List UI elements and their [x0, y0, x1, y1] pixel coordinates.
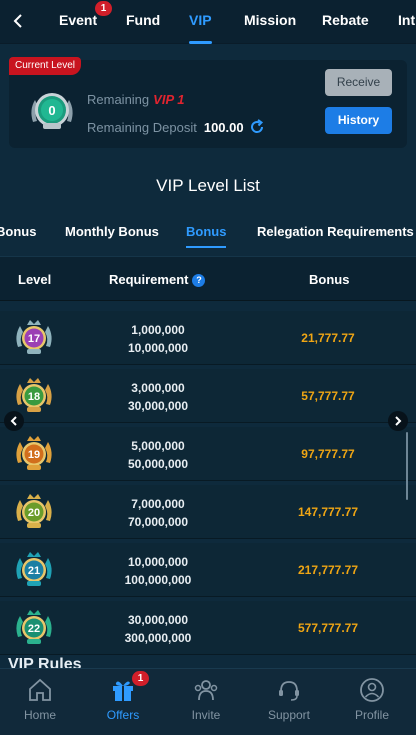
nav-profile[interactable]: Profile	[337, 677, 407, 722]
vip-level-badge-icon: 20	[16, 494, 52, 528]
header-level: Level	[18, 272, 52, 287]
requirement-deposit: 1,000,000	[131, 323, 185, 337]
requirement-deposit: 10,000,000	[127, 555, 189, 569]
subtab-bonus[interactable]: Bonus	[186, 224, 227, 248]
requirement-deposit: 30,000,000	[127, 613, 189, 627]
level-number: 22	[28, 623, 40, 635]
requirement-turnover: 30,000,000	[127, 399, 189, 413]
history-button[interactable]: History	[325, 107, 392, 134]
vip-level-badge-icon: 22	[16, 610, 52, 644]
remaining-deposit-line: Remaining Deposit 100.00	[87, 118, 266, 136]
table-row: 18 3,000,000 30,000,000 57,777.77	[0, 369, 416, 423]
vip-level-list-title: VIP Level List	[156, 176, 260, 195]
headset-icon	[279, 681, 299, 701]
subtab-bonus-prev[interactable]: Bonus	[0, 224, 36, 239]
event-badge: 1	[95, 1, 112, 16]
header-bonus: Bonus	[309, 272, 350, 287]
requirement-turnover: 70,000,000	[127, 515, 189, 529]
current-level-tag: Current Level	[9, 57, 82, 75]
requirement-turnover: 100,000,000	[124, 573, 192, 587]
header-requirement: Requirement?	[109, 272, 206, 287]
requirement-deposit: 7,000,000	[131, 497, 185, 511]
tab-fund[interactable]: Fund	[126, 0, 160, 44]
vip-level-badge-icon: 18	[16, 378, 52, 412]
active-tab-underline	[189, 41, 212, 44]
subtab-relegation-requirements[interactable]: Relegation Requirements	[257, 224, 414, 239]
subtab-monthly-bonus[interactable]: Monthly Bonus	[65, 224, 159, 239]
tab-mission[interactable]: Mission	[244, 0, 296, 44]
bonus-amount: 97,777.77	[301, 447, 355, 461]
home-icon	[29, 678, 51, 701]
next-vip-level: VIP 1	[153, 92, 185, 107]
bonus-amount: 577,777.77	[297, 621, 359, 635]
vip-0-badge-icon: 0	[31, 93, 73, 129]
level-number: 17	[28, 333, 40, 345]
level-number: 21	[28, 565, 40, 577]
bonus-amount: 21,777.77	[301, 331, 355, 345]
table-header: Level Requirement? Bonus	[0, 256, 416, 301]
requirement-turnover: 300,000,000	[124, 631, 192, 645]
receive-button[interactable]: Receive	[325, 69, 392, 96]
scroll-right-arrow-icon[interactable]	[388, 411, 408, 431]
requirement-deposit: 5,000,000	[131, 439, 185, 453]
level-number: 20	[28, 507, 40, 519]
vip-level-badge-icon: 21	[16, 552, 52, 586]
offers-badge: 1	[132, 671, 149, 686]
level-number: 19	[28, 449, 40, 461]
level-number: 18	[28, 391, 40, 403]
top-nav: Event 1 Fund VIP Mission Rebate Int	[0, 0, 416, 44]
active-subtab-underline	[186, 246, 227, 248]
table-row: 19 5,000,000 50,000,000 97,777.77	[0, 427, 416, 481]
vip-level-badge-icon: 17	[16, 320, 52, 354]
tab-rebate[interactable]: Rebate	[322, 0, 369, 44]
bonus-amount: 217,777.77	[297, 563, 359, 577]
tab-vip[interactable]: VIP	[189, 0, 212, 44]
bonus-amount: 147,777.77	[297, 505, 359, 519]
table-row: 20 7,000,000 70,000,000 147,777.77	[0, 485, 416, 539]
table-row: 17 1,000,000 10,000,000 21,777.77	[0, 311, 416, 365]
table-row: 21 10,000,000 100,000,000 217,777.77	[0, 543, 416, 597]
profile-icon	[360, 678, 384, 702]
requirement-deposit: 3,000,000	[131, 381, 185, 395]
tab-int[interactable]: Int	[398, 0, 415, 44]
help-icon[interactable]: ?	[192, 274, 206, 287]
requirement-turnover: 10,000,000	[127, 341, 189, 355]
nav-invite[interactable]: Invite	[171, 677, 241, 722]
vip-level-badge-icon: 19	[16, 436, 52, 470]
remaining-deposit-value: 100.00	[203, 119, 244, 135]
requirement-turnover: 50,000,000	[127, 457, 189, 471]
remaining-line: Remaining VIP 1	[87, 92, 185, 107]
level-badge-number: 0	[48, 103, 55, 118]
invite-icon	[194, 680, 218, 701]
scroll-left-arrow-icon[interactable]	[4, 411, 24, 431]
tab-event[interactable]: Event 1	[59, 0, 112, 44]
bonus-amount: 57,777.77	[301, 389, 355, 403]
scrollbar[interactable]	[406, 432, 408, 500]
bottom-nav: Home 1 Offers Invite Support Profile	[0, 668, 416, 735]
nav-home[interactable]: Home	[5, 677, 75, 722]
nav-offers[interactable]: 1 Offers	[88, 671, 158, 722]
refresh-icon[interactable]	[248, 118, 266, 136]
table-row: 22 30,000,000 300,000,000 577,777.77	[0, 601, 416, 655]
current-level-card: Current Level 0 Remaining VIP 1 Remaining…	[9, 57, 407, 148]
nav-support[interactable]: Support	[254, 677, 324, 722]
back-icon[interactable]	[6, 8, 30, 34]
